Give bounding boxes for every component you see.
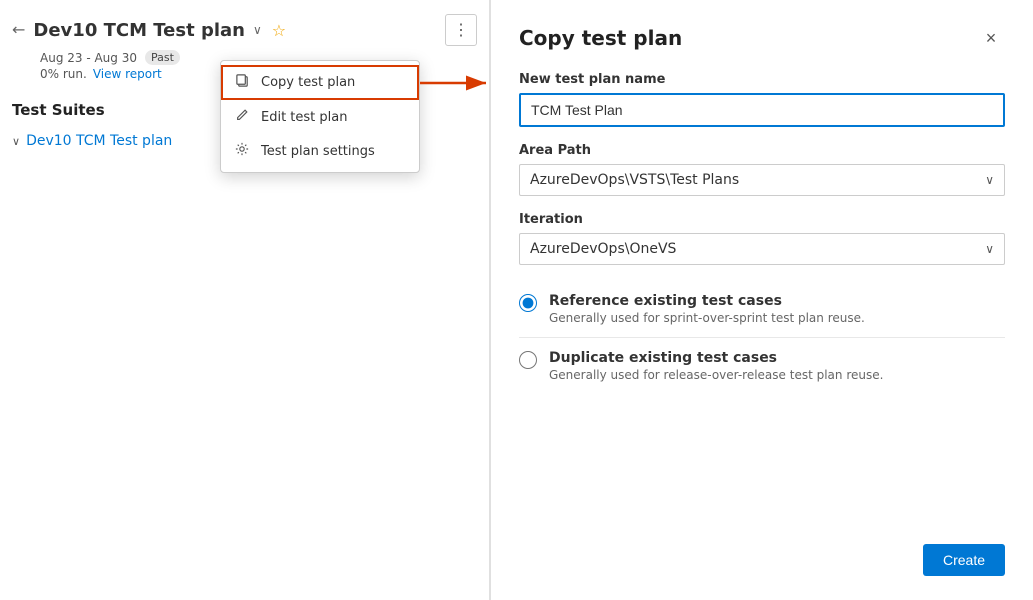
area-path-chevron-icon: ∨ — [985, 173, 994, 187]
context-menu: Copy test plan Edit test plan Test plan … — [220, 60, 420, 173]
radio-options-group: Reference existing test cases Generally … — [519, 281, 1005, 394]
run-percentage: 0% run. — [40, 67, 87, 81]
menu-copy-label: Copy test plan — [261, 75, 355, 90]
duplicate-radio[interactable] — [519, 351, 537, 369]
panel-title: Copy test plan — [519, 26, 682, 50]
star-icon[interactable]: ☆ — [272, 21, 286, 40]
iteration-select[interactable]: AzureDevOps\OneVS ∨ — [519, 233, 1005, 265]
duplicate-description: Generally used for release-over-release … — [549, 368, 883, 382]
duplicate-label: Duplicate existing test cases — [549, 350, 883, 366]
plan-title: Dev10 TCM Test plan — [33, 20, 245, 41]
footer-row: Create — [519, 528, 1005, 576]
iteration-label: Iteration — [519, 212, 1005, 227]
more-options-button[interactable]: ⋮ — [445, 14, 477, 46]
radio-option-duplicate: Duplicate existing test cases Generally … — [519, 338, 1005, 394]
date-range: Aug 23 - Aug 30 — [40, 51, 137, 65]
header-bar: ← Dev10 TCM Test plan ∨ ☆ ⋮ — [0, 0, 489, 46]
menu-settings-label: Test plan settings — [261, 144, 375, 159]
reference-radio[interactable] — [519, 294, 537, 312]
copy-icon — [235, 73, 251, 92]
right-panel: Copy test plan × New test plan name Area… — [490, 0, 1033, 600]
chevron-down-icon[interactable]: ∨ — [253, 23, 262, 37]
area-path-label: Area Path — [519, 143, 1005, 158]
iteration-chevron-icon: ∨ — [985, 242, 994, 256]
name-field-label: New test plan name — [519, 72, 1005, 87]
area-path-select[interactable]: AzureDevOps\VSTS\Test Plans ∨ — [519, 164, 1005, 196]
radio-option-reference: Reference existing test cases Generally … — [519, 281, 1005, 338]
past-badge: Past — [145, 50, 180, 65]
suite-name: Dev10 TCM Test plan — [26, 133, 172, 149]
gear-icon — [235, 142, 251, 160]
menu-item-settings[interactable]: Test plan settings — [221, 134, 419, 168]
view-report-link[interactable]: View report — [93, 67, 162, 81]
menu-item-copy[interactable]: Copy test plan — [221, 65, 419, 100]
arrow-indicator — [418, 68, 498, 102]
close-button[interactable]: × — [977, 24, 1005, 52]
back-button[interactable]: ← — [12, 22, 25, 38]
left-panel: ← Dev10 TCM Test plan ∨ ☆ ⋮ Aug 23 - Aug… — [0, 0, 490, 600]
plan-name-input[interactable] — [519, 93, 1005, 127]
reference-label: Reference existing test cases — [549, 293, 865, 309]
create-button[interactable]: Create — [923, 544, 1005, 576]
suite-chevron-icon: ∨ — [12, 135, 20, 148]
reference-description: Generally used for sprint-over-sprint te… — [549, 311, 865, 325]
edit-icon — [235, 108, 251, 126]
area-path-value: AzureDevOps\VSTS\Test Plans — [530, 172, 739, 188]
duplicate-option-text: Duplicate existing test cases Generally … — [549, 350, 883, 382]
reference-option-text: Reference existing test cases Generally … — [549, 293, 865, 325]
menu-edit-label: Edit test plan — [261, 110, 347, 125]
menu-item-edit[interactable]: Edit test plan — [221, 100, 419, 134]
panel-header: Copy test plan × — [519, 24, 1005, 52]
iteration-value: AzureDevOps\OneVS — [530, 241, 676, 257]
